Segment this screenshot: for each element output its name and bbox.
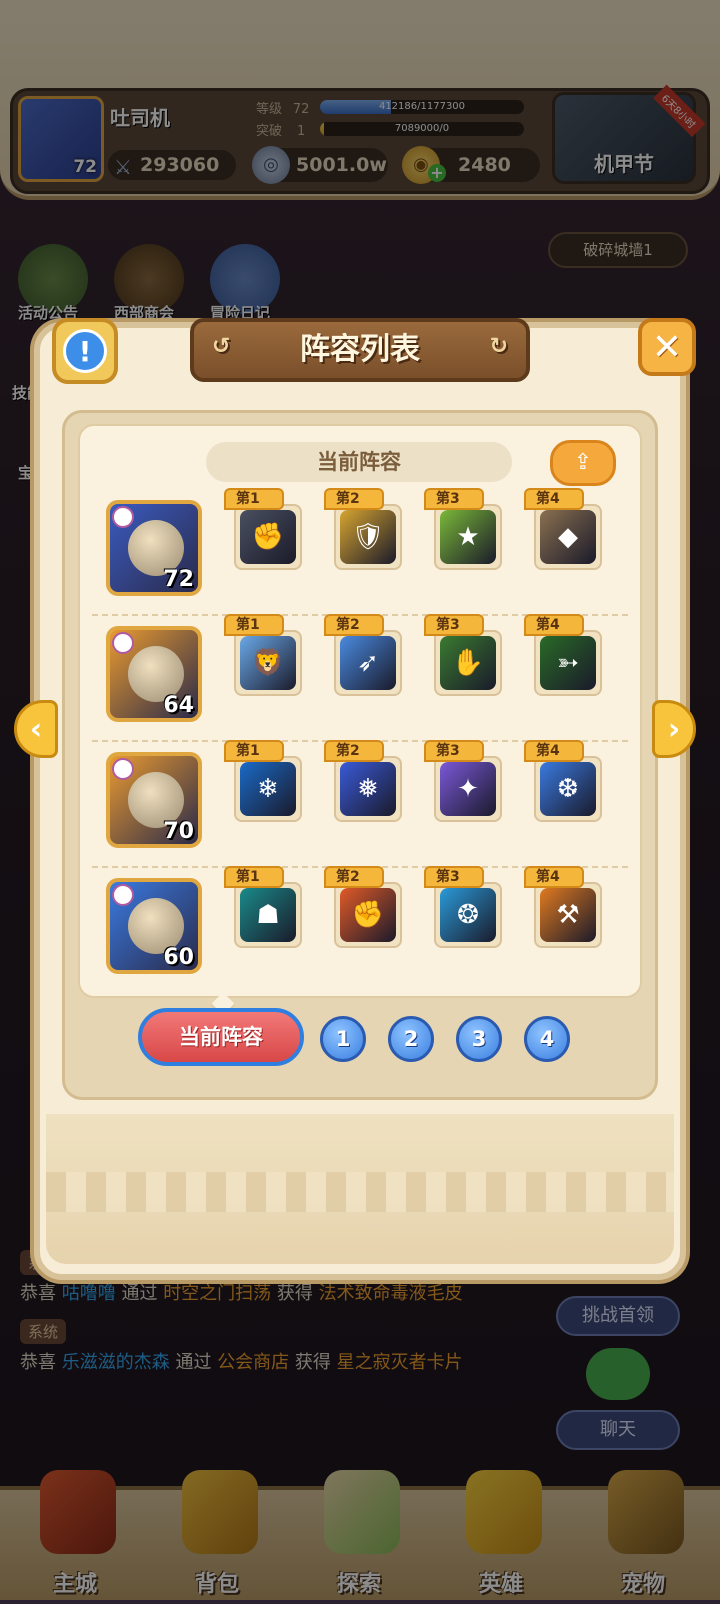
skill-slot-tag: 第3 (424, 614, 484, 636)
skill-slot-tag: 第4 (524, 866, 584, 888)
skill-slot-tag: 第4 (524, 740, 584, 762)
skill-slot[interactable]: ➳ 第4 (524, 614, 602, 696)
skill-icon: ✊ (240, 510, 296, 564)
skill-icon: ❅ (340, 762, 396, 816)
skill-icon: ✊ (340, 888, 396, 942)
skill-icon: 🛡 (340, 510, 396, 564)
skill-slot[interactable]: ❂ 第3 (424, 866, 502, 948)
tab-lineup-1[interactable]: 1 (320, 1016, 366, 1062)
wave-pattern (46, 1172, 674, 1212)
chevron-right-icon: › (667, 711, 681, 747)
skill-glyph: ◆ (558, 522, 578, 552)
modal-title-plate: ↺ 阵容列表 ↻ (190, 318, 530, 382)
share-button[interactable]: ⇪ (550, 440, 616, 486)
hero-level: 70 (163, 819, 194, 844)
skill-glyph: ❄ (257, 774, 279, 804)
skill-icon: ➶ (340, 636, 396, 690)
hero-element-badge (112, 884, 134, 906)
skill-glyph: ✦ (457, 774, 479, 804)
skill-slot[interactable]: 🛡 第2 (324, 488, 402, 570)
skill-slot-tag: 第1 (224, 740, 284, 762)
skill-glyph: ✊ (351, 900, 385, 930)
tab-lineup-4[interactable]: 4 (524, 1016, 570, 1062)
skill-slot-tag: 第1 (224, 866, 284, 888)
tab-current-lineup[interactable]: 当前阵容 (138, 1008, 304, 1066)
current-lineup-title: 当前阵容 (206, 442, 512, 482)
skill-icon: ✦ (440, 762, 496, 816)
skill-slot-tag: 第2 (324, 614, 384, 636)
hero-level: 64 (163, 693, 194, 718)
skill-slot-tag: 第2 (324, 488, 384, 510)
hero-level: 72 (163, 567, 194, 592)
skill-glyph: ❆ (557, 774, 579, 804)
skill-glyph: ❅ (357, 774, 379, 804)
tab-lineup-3[interactable]: 3 (456, 1016, 502, 1062)
skill-slot[interactable]: ✊ 第1 (224, 488, 302, 570)
skill-icon: ⚒ (540, 888, 596, 942)
skill-slot-tag: 第1 (224, 614, 284, 636)
skill-glyph: 🛡 (351, 522, 385, 552)
skill-slot[interactable]: ❅ 第2 (324, 740, 402, 822)
skill-icon: ◆ (540, 510, 596, 564)
skill-slot[interactable]: ❄ 第1 (224, 740, 302, 822)
modal-title: 阵容列表 (300, 332, 420, 367)
skill-glyph: ❂ (457, 900, 479, 930)
skill-icon: ✋ (440, 636, 496, 690)
skill-slot[interactable]: ✦ 第3 (424, 740, 502, 822)
close-button[interactable]: ✕ (638, 318, 696, 376)
skill-slot[interactable]: ➶ 第2 (324, 614, 402, 696)
skill-glyph: ➶ (357, 648, 379, 678)
skill-slot[interactable]: ✋ 第3 (424, 614, 502, 696)
skill-glyph: ★ (456, 522, 480, 552)
exclamation-icon: ! (63, 329, 107, 373)
skill-icon: ❄ (240, 762, 296, 816)
chevron-left-icon: ‹ (29, 711, 43, 747)
hero-portrait[interactable]: 60 (106, 878, 202, 974)
hero-portrait[interactable]: 64 (106, 626, 202, 722)
modal-footer-decoration (46, 1114, 674, 1264)
swirl-left-icon: ↺ (212, 334, 231, 359)
skill-slot[interactable]: ◆ 第4 (524, 488, 602, 570)
skill-glyph: ⚒ (556, 900, 580, 930)
hero-portrait[interactable]: 72 (106, 500, 202, 596)
skill-glyph: ☗ (256, 900, 280, 930)
skill-slot-tag: 第1 (224, 488, 284, 510)
skill-slot-tag: 第3 (424, 866, 484, 888)
share-icon: ⇪ (573, 450, 593, 475)
skill-slot[interactable]: 🦁 第1 (224, 614, 302, 696)
skill-slot-tag: 第2 (324, 866, 384, 888)
skill-icon: ☗ (240, 888, 296, 942)
skill-icon: 🦁 (240, 636, 296, 690)
skill-glyph: ✋ (451, 648, 485, 678)
hero-element-badge (112, 506, 134, 528)
skill-slot[interactable]: ★ 第3 (424, 488, 502, 570)
skill-glyph: ✊ (251, 522, 285, 552)
skill-icon: ★ (440, 510, 496, 564)
tab-lineup-2[interactable]: 2 (388, 1016, 434, 1062)
skill-glyph: ➳ (557, 648, 579, 678)
skill-slot[interactable]: ☗ 第1 (224, 866, 302, 948)
skill-icon: ❂ (440, 888, 496, 942)
skill-slot[interactable]: ✊ 第2 (324, 866, 402, 948)
skill-icon: ➳ (540, 636, 596, 690)
skill-slot[interactable]: ⚒ 第4 (524, 866, 602, 948)
skill-slot-tag: 第2 (324, 740, 384, 762)
info-button[interactable]: ! (52, 318, 118, 384)
skill-icon: ❆ (540, 762, 596, 816)
skill-glyph: 🦁 (251, 648, 285, 678)
skill-slot[interactable]: ❆ 第4 (524, 740, 602, 822)
hero-element-badge (112, 758, 134, 780)
hero-element-badge (112, 632, 134, 654)
hero-portrait[interactable]: 70 (106, 752, 202, 848)
skill-slot-tag: 第3 (424, 488, 484, 510)
skill-slot-tag: 第4 (524, 614, 584, 636)
hero-level: 60 (163, 945, 194, 970)
skill-slot-tag: 第3 (424, 740, 484, 762)
swirl-right-icon: ↻ (489, 334, 508, 359)
skill-slot-tag: 第4 (524, 488, 584, 510)
